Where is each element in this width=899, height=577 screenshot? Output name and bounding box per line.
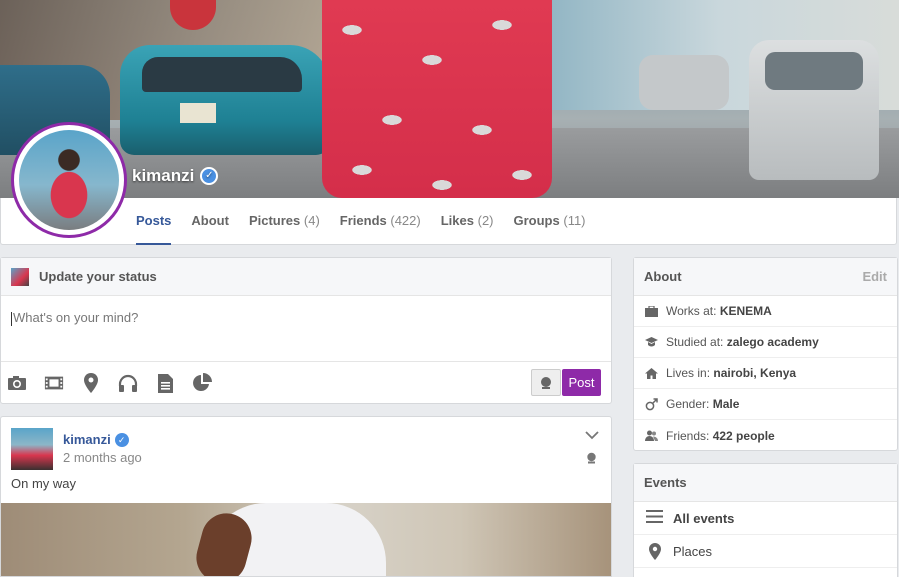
camera-icon[interactable]	[7, 373, 27, 393]
about-title: About	[644, 269, 682, 284]
events-item-all[interactable]: All events	[634, 502, 897, 535]
about-value-gender: Male	[712, 397, 740, 411]
map-pin-icon	[646, 542, 663, 560]
tab-likes[interactable]: Likes (2)	[441, 198, 494, 245]
document-icon[interactable]	[155, 373, 175, 393]
about-row-location: Lives in: nairobi, Kenya	[634, 358, 897, 389]
post-button[interactable]: Post	[562, 369, 601, 396]
tab-about[interactable]: About	[191, 198, 229, 245]
about-row-education: Studied at: zalego academy	[634, 327, 897, 358]
privacy-selector-button[interactable]	[531, 369, 561, 396]
globe-icon	[541, 376, 551, 389]
home-icon	[644, 366, 658, 380]
status-input[interactable]: What's on your mind?	[1, 296, 611, 362]
about-value-friends[interactable]: 422 people	[713, 429, 775, 443]
events-item-places[interactable]: Places	[634, 535, 897, 568]
status-user-thumbnail	[11, 267, 29, 286]
verified-badge-icon: ✓	[200, 167, 219, 185]
post-privacy-icon	[586, 451, 597, 469]
post-author-avatar[interactable]	[11, 428, 53, 470]
status-placeholder: What's on your mind?	[13, 310, 139, 325]
status-header: Update your status	[1, 258, 611, 296]
events-panel: Events All events Places	[633, 463, 898, 577]
about-row-work: Works at: KENEMA	[634, 296, 897, 327]
friends-icon	[644, 429, 658, 443]
post-author-name[interactable]: kimanzi	[63, 432, 111, 447]
location-pin-icon[interactable]	[81, 373, 101, 393]
post-options-chevron-icon[interactable]	[585, 427, 599, 445]
profile-name-block: kimanzi ✓	[132, 166, 219, 186]
profile-name[interactable]: kimanzi	[132, 166, 194, 186]
tab-friends[interactable]: Friends (422)	[340, 198, 421, 245]
profile-nav-bar: Posts About Pictures (4) Friends (422) L…	[0, 198, 897, 245]
events-item-label: Places	[673, 543, 713, 559]
events-title: Events	[644, 475, 687, 490]
menu-icon	[646, 510, 663, 526]
tab-pictures[interactable]: Pictures (4)	[249, 198, 320, 245]
text-caret	[11, 311, 12, 326]
verified-badge-icon: ✓	[114, 432, 129, 447]
post-text: On my way	[11, 476, 77, 491]
pie-chart-icon[interactable]	[192, 373, 212, 393]
about-edit-link[interactable]: Edit	[862, 269, 887, 284]
about-value-work: KENEMA	[719, 304, 772, 318]
tab-groups[interactable]: Groups (11)	[514, 198, 586, 245]
status-title: Update your status	[39, 269, 157, 284]
cover-person	[322, 0, 552, 198]
about-row-friends: Friends: 422 people	[634, 420, 897, 451]
about-value-education: zalego academy	[726, 335, 819, 349]
profile-tabs: Posts About Pictures (4) Friends (422) L…	[136, 198, 586, 245]
post-timestamp[interactable]: 2 months ago	[63, 450, 142, 465]
profile-avatar[interactable]	[11, 122, 127, 238]
status-composer: Update your status What's on your mind? …	[0, 257, 612, 404]
briefcase-icon	[644, 304, 658, 318]
male-icon	[644, 397, 658, 411]
about-header: About Edit	[634, 258, 897, 296]
status-toolbar: Post	[1, 362, 611, 404]
about-value-location: nairobi, Kenya	[713, 366, 797, 380]
graduation-cap-icon	[644, 335, 658, 349]
video-icon[interactable]	[44, 373, 64, 393]
cover-car	[639, 55, 729, 110]
about-row-gender: Gender: Male	[634, 389, 897, 420]
events-header: Events	[634, 464, 897, 502]
cover-car	[120, 45, 330, 155]
avatar-image	[19, 130, 119, 230]
post-author-block: kimanzi ✓	[63, 432, 129, 447]
tab-posts[interactable]: Posts	[136, 198, 172, 245]
post-card: kimanzi ✓ 2 months ago On my way	[0, 416, 612, 577]
cover-car	[749, 40, 879, 180]
headphones-icon[interactable]	[118, 373, 138, 393]
events-item-label: All events	[673, 510, 735, 526]
about-panel: About Edit Works at: KENEMA Studied at: …	[633, 257, 898, 451]
post-photo[interactable]	[1, 503, 611, 576]
